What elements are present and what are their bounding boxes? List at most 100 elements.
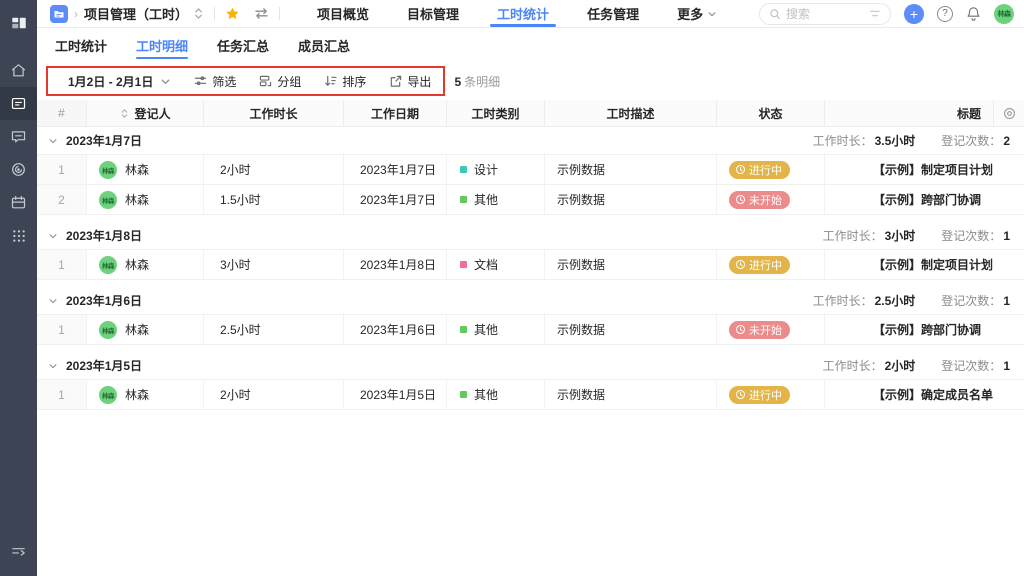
category-cell: 其他 [447,185,545,214]
registrant-avatar: 林森 [99,320,117,339]
user-avatar[interactable]: 林森 [994,3,1014,24]
work-date-cell: 2023年1月6日 [344,315,447,344]
chevron-down-icon [49,233,57,238]
column-header-work-date[interactable]: 工作日期 [344,100,447,126]
row-index-cell: 1 [37,250,87,279]
work-date-cell: 2023年1月8日 [344,250,447,279]
group-icon [260,75,272,87]
status-clock-icon [735,164,746,175]
calendar-icon [11,195,26,209]
task-title-cell: 【示例】制定项目计划 [873,163,994,177]
home-icon [11,64,26,77]
sidebar-item-home[interactable] [0,54,37,87]
tab-task-summary[interactable]: 任务汇总 [217,28,269,62]
record-count: 5 条明细 [454,73,500,90]
nav-item-timesheet[interactable]: 工时统计 [478,0,568,27]
group-collapse-button[interactable] [48,231,58,241]
work-date-cell: 2023年1月5日 [344,380,447,409]
duration-cell: 2小时 [204,155,344,184]
date-range-dropdown[interactable]: 1月2日 - 2月1日 [68,73,171,90]
category-label: 其他 [474,388,499,402]
registrant-cell: 林森 林森 [87,185,204,214]
column-header-duration[interactable]: 工作时长 [204,100,344,126]
table-row[interactable]: 1 林森 林森 2.5小时 2023年1月6日 其他 示例数据 未开始 【示例】跨部门协调 [37,315,1024,345]
search-input[interactable] [786,6,864,21]
search-filter-icon [870,10,880,17]
notifications-bell-icon[interactable] [966,6,981,22]
tab-timesheet-detail[interactable]: 工时明细 [136,28,189,62]
field-config-icon [1003,107,1015,119]
help-icon[interactable]: ? [937,5,953,22]
project-folder-icon[interactable] [50,4,68,23]
duration-cell: 3小时 [204,250,344,279]
group-collapse-button[interactable] [48,296,58,306]
group-count-label: 登记次数： [941,134,1002,148]
description-cell: 示例数据 [545,315,717,344]
sidebar-item-projects[interactable] [0,87,37,120]
category-label: 其他 [474,193,499,207]
group-gap [37,410,1024,417]
table-body: 2023年1月7日 工作时长： 3.5小时 登记次数： 2 1 林森 林森 2小时 2023年1月… [37,127,1024,576]
nav-item-more[interactable]: 更多 [658,0,736,27]
sidebar-collapse-button[interactable] [0,535,37,568]
group-count-label: 登记次数： [941,294,1002,308]
favorite-star-icon[interactable] [225,6,240,21]
group-date: 2023年1月7日 [66,134,143,148]
group-summary: 工作时长： 3.5小时 登记次数： 2 [813,132,1024,149]
switch-view-icon[interactable] [254,7,269,20]
top-right-actions: + ? 林森 [759,2,1014,25]
tab-member-summary[interactable]: 成员汇总 [298,28,350,62]
table-row[interactable]: 1 林森 林森 3小时 2023年1月8日 文档 示例数据 进行中 【示例】制定项目计划 [37,250,1024,280]
filter-button[interactable]: 筛选 [194,73,236,90]
category-cell: 其他 [447,380,545,409]
chevron-down-icon [708,11,716,16]
sub-tabs: 工时统计 工时明细 任务汇总 成员汇总 [37,28,1024,62]
create-button[interactable]: + [904,3,924,24]
group-summary: 工作时长： 2小时 登记次数： 1 [823,357,1024,374]
category-label: 文档 [474,258,499,272]
table-row[interactable]: 1 林森 林森 2小时 2023年1月7日 设计 示例数据 进行中 【示例】制定项目计划 [37,155,1024,185]
column-header-registrant[interactable]: 登记人 [87,100,204,126]
group-count-label: 登记次数： [941,229,1002,243]
status-label: 未开始 [749,324,782,337]
column-header-status[interactable]: 状态 [717,100,825,126]
project-switcher-icon[interactable] [193,7,204,20]
column-sort-icon [122,108,128,118]
column-header-category[interactable]: 工时类别 [447,100,545,126]
column-header-description[interactable]: 工时描述 [545,100,717,126]
category-color-square [460,326,467,333]
column-settings-button[interactable] [994,100,1024,126]
record-count-suffix: 条明细 [464,74,501,89]
task-title-cell: 【示例】制定项目计划 [873,258,994,272]
group-collapse-button[interactable] [48,136,58,146]
table-row[interactable]: 1 林森 林森 2小时 2023年1月5日 其他 示例数据 进行中 【示例】确定成员名单 [37,380,1024,410]
table-row[interactable]: 2 林森 林森 1.5小时 2023年1月7日 其他 示例数据 未开始 【示例】跨部门协调 [37,185,1024,215]
collapse-sidebar-icon [12,548,25,556]
task-title-cell: 【示例】确定成员名单 [873,388,994,402]
status-cell: 未开始 [717,185,825,214]
group-button[interactable]: 分组 [259,73,301,90]
sidebar-item-messages[interactable] [0,120,37,153]
registrant-name: 林森 [125,388,150,402]
search-box[interactable] [759,2,891,25]
status-cell: 未开始 [717,315,825,344]
group-duration-value: 3.5小时 [874,134,916,148]
duration-cell: 1.5小时 [204,185,344,214]
sidebar-item-apps[interactable] [0,219,37,252]
registrant-name: 林森 [125,193,150,207]
sidebar-item-calendar[interactable] [0,186,37,219]
export-button[interactable]: 导出 [389,73,431,90]
column-header-title[interactable]: 标题 [825,100,994,126]
nav-item-goals[interactable]: 目标管理 [388,0,478,27]
nav-item-overview[interactable]: 项目概览 [298,0,388,27]
group-count-value: 1 [1003,358,1010,373]
sidebar-item-okr[interactable] [0,153,37,186]
registrant-avatar: 林森 [99,190,117,209]
group-collapse-button[interactable] [48,361,58,371]
tab-timesheet-stats[interactable]: 工时统计 [55,28,107,62]
sort-button[interactable]: 排序 [324,73,366,90]
group-duration-label: 工作时长： [812,294,873,308]
project-title[interactable]: 项目管理（工时） [84,4,188,23]
status-clock-icon [735,324,746,335]
nav-item-tasks[interactable]: 任务管理 [568,0,658,27]
